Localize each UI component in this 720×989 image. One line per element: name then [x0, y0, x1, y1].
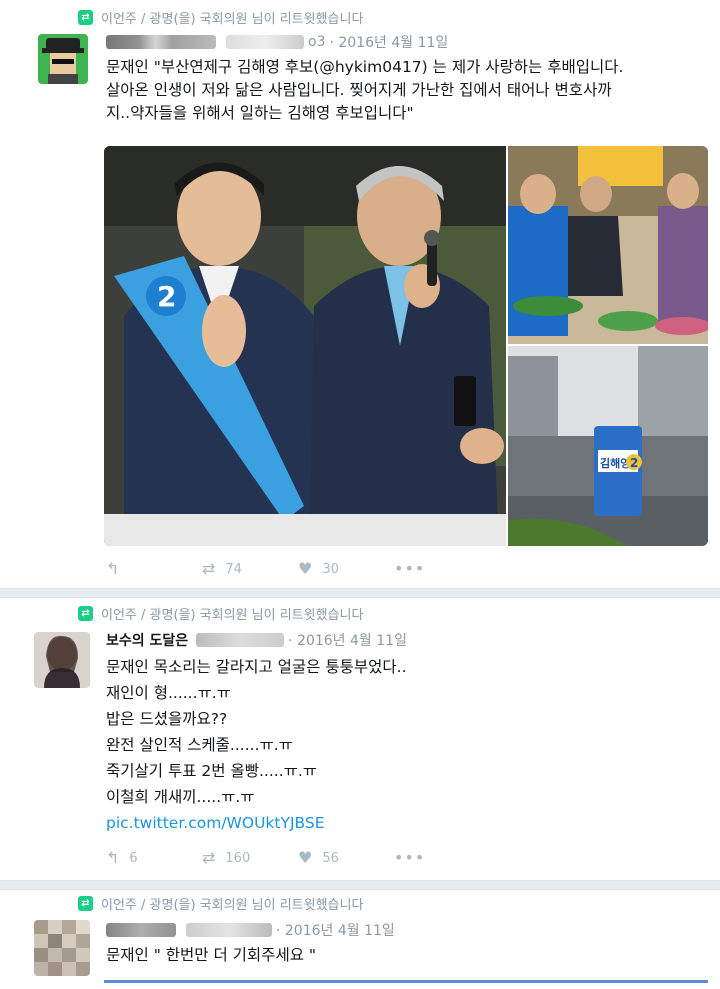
retweet-small-icon: ⇄ [78, 10, 93, 25]
tweet-text: 문재인 "부산연제구 김해영 후보(@hykim0417) 는 제가 사랑하는 … [106, 56, 623, 125]
avatar[interactable] [38, 34, 88, 84]
street-photo-image: 김해영 2 [508, 346, 708, 546]
reply-button[interactable]: ↰ 6 [106, 850, 202, 866]
retweet-by-label: 이언주 / 광명(을) 국회의원 님이 리트윗했습니다 [101, 898, 364, 913]
retweet-button[interactable]: ⇄ 160 [202, 850, 298, 866]
reply-button[interactable]: ↰ [106, 561, 202, 577]
retweet-count: 74 [225, 561, 242, 577]
tweet-text-line: 지..약자들을 위해서 일하는 김해영 후보입니다" [106, 104, 414, 122]
sash-number: 2 [157, 280, 176, 313]
heart-icon: ♥ [298, 848, 313, 867]
main-photo[interactable]: 2 [104, 146, 506, 546]
tweet-text-line: 살아온 인생이 저와 닮은 사람입니다. 찢어지게 가난한 집에서 태어나 변호… [106, 81, 612, 99]
tweet-2[interactable]: ⇄ 이언주 / 광명(을) 국회의원 님이 리트윗했습니다 보수의 도달은 · … [0, 598, 720, 880]
street-photo[interactable]: 김해영 2 [508, 346, 708, 546]
more-button[interactable]: ••• [394, 850, 425, 866]
reply-count: 6 [129, 850, 138, 866]
tweet-3[interactable]: ⇄ 이언주 / 광명(을) 국회의원 님이 리트윗했습니다 · 2016년 4월… [0, 890, 720, 989]
blurred-handle [186, 923, 272, 937]
blurred-handle [226, 35, 304, 49]
blurred-handle [196, 633, 285, 647]
avatar[interactable] [34, 632, 90, 688]
tweet-text-line: 완전 살인적 스케줄......ㅠ.ㅠ [106, 736, 293, 754]
retweet-button[interactable]: ⇄ 74 [202, 561, 298, 577]
retweet-context: ⇄ 이언주 / 광명(을) 국회의원 님이 리트윗했습니다 [78, 894, 363, 913]
more-icon: ••• [394, 848, 426, 867]
tweet-text-line: 문재인 "부산연제구 김해영 후보(@hykim0417) 는 제가 사랑하는 … [106, 58, 624, 76]
tweet-date[interactable]: · 2016년 4월 11일 [288, 630, 407, 650]
heart-icon: ♥ [298, 559, 313, 578]
tweet-text-line: 문재인 목소리는 갈라지고 얼굴은 퉁퉁부었다.. [106, 658, 407, 676]
tweet-text-line: 죽기살기 투표 2번 올빵.....ㅠ.ㅠ [106, 762, 318, 780]
blurred-username [106, 35, 216, 49]
tweet-header: · 2016년 4월 11일 [106, 920, 395, 940]
more-button[interactable]: ••• [394, 561, 425, 577]
retweet-by-label: 이언주 / 광명(을) 국회의원 님이 리트윗했습니다 [101, 608, 364, 623]
tweet-text-line: 재인이 형......ㅠ.ㅠ [106, 684, 231, 702]
market-photo-image [508, 146, 708, 344]
handle-fragment: o3 [308, 34, 326, 50]
avatar-image [38, 34, 88, 84]
retweet-icon: ⇄ [202, 848, 216, 867]
tweet-actions: ↰ 6 ⇄ 160 ♥ 56 ••• [106, 850, 425, 866]
retweet-context: ⇄ 이언주 / 광명(을) 국회의원 님이 리트윗했습니다 [78, 604, 363, 623]
tweet-date[interactable]: · 2016년 4월 11일 [276, 920, 395, 940]
retweet-by-label: 이언주 / 광명(을) 국회의원 님이 리트윗했습니다 [101, 12, 364, 27]
tweet-text-line: 이철희 개새끼.....ㅠ.ㅠ [106, 788, 255, 806]
reply-icon: ↰ [106, 848, 120, 867]
tweet-1[interactable]: ⇄ 이언주 / 광명(을) 국회의원 님이 리트윗했습니다 o3 · 2016년… [0, 0, 720, 596]
tweet-header: o3 · 2016년 4월 11일 [106, 32, 448, 52]
avatar-image [34, 920, 90, 976]
market-photo[interactable] [508, 146, 708, 344]
reply-icon: ↰ [106, 559, 120, 578]
tweet-date[interactable]: · 2016년 4월 11일 [329, 32, 448, 52]
tweet-separator [0, 880, 720, 890]
tweet-separator [0, 588, 720, 598]
media-grid[interactable]: 2 김해영 2 [104, 146, 708, 546]
sign-number: 2 [630, 456, 638, 470]
display-name[interactable]: 보수의 도달은 [106, 630, 188, 650]
like-button[interactable]: ♥ 30 [298, 561, 394, 577]
blurred-username [106, 923, 176, 937]
like-count: 56 [322, 850, 339, 866]
retweet-small-icon: ⇄ [78, 606, 93, 621]
tweet-text-line: 문재인 " 한번만 더 기회주세요 " [106, 946, 317, 964]
tweet-text: 문재인 목소리는 갈라지고 얼굴은 퉁퉁부었다.. 재인이 형......ㅠ.ㅠ… [106, 654, 407, 836]
campaign-photo: 2 [104, 146, 506, 546]
retweet-small-icon: ⇄ [78, 896, 93, 911]
avatar[interactable] [34, 920, 90, 976]
sign-name: 김해영 [600, 456, 630, 470]
retweet-count: 160 [225, 850, 251, 866]
more-icon: ••• [394, 559, 426, 578]
retweet-icon: ⇄ [202, 559, 216, 578]
tweet-text: 문재인 " 한번만 더 기회주세요 " [106, 944, 316, 967]
retweet-context: ⇄ 이언주 / 광명(을) 국회의원 님이 리트윗했습니다 [78, 8, 363, 27]
like-count: 30 [322, 561, 339, 577]
tweet-text-line: 밥은 드셨을까요?? [106, 710, 228, 728]
tweet-header: 보수의 도달은 · 2016년 4월 11일 [106, 630, 407, 650]
avatar-image [34, 632, 90, 688]
pic-link[interactable]: pic.twitter.com/WOUktYJBSE [106, 810, 407, 836]
tweet-actions: ↰ ⇄ 74 ♥ 30 ••• [106, 561, 425, 577]
like-button[interactable]: ♥ 56 [298, 850, 394, 866]
quoted-card-edge [104, 980, 708, 983]
